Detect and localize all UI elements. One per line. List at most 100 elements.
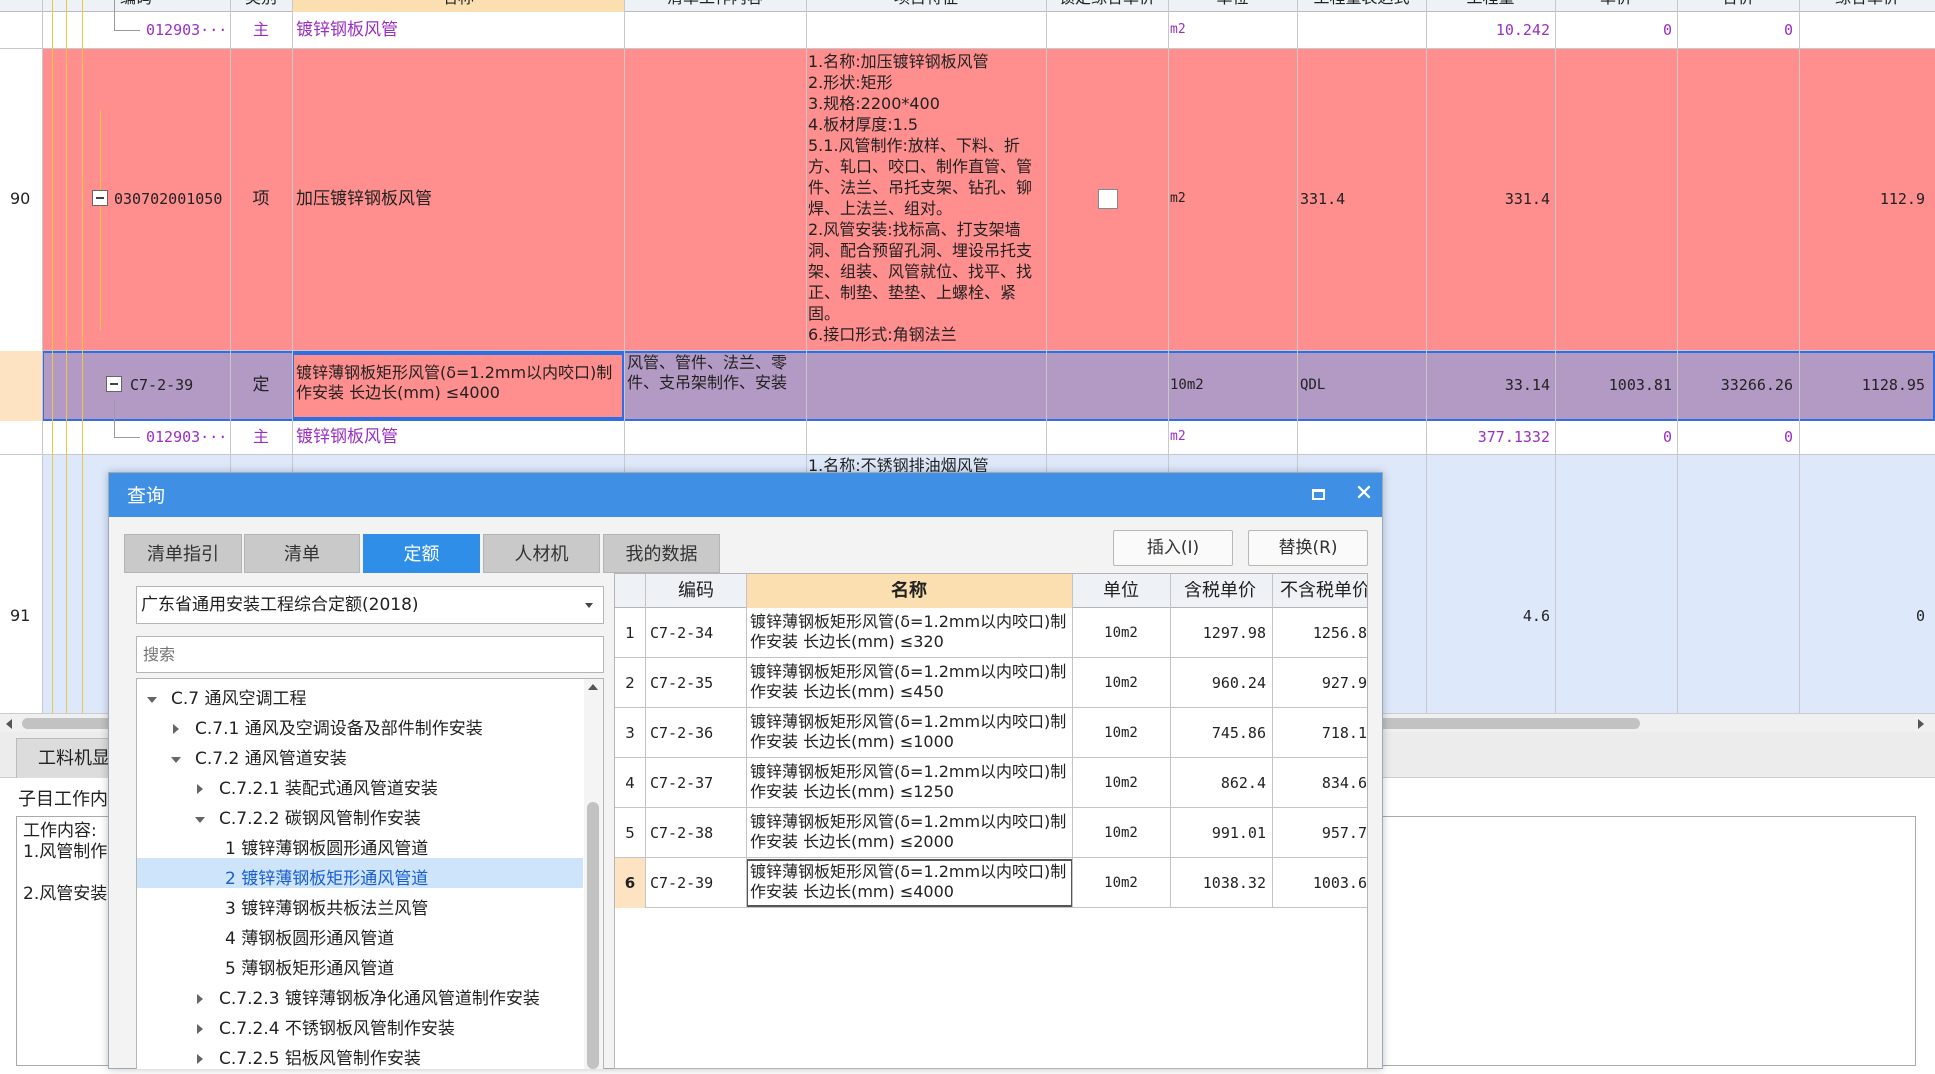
maximize-icon[interactable]	[1312, 489, 1325, 500]
grid-header-unit[interactable]: 单位	[1072, 581, 1170, 601]
row-total: 33266.26	[1720, 376, 1793, 394]
tree-node-label: C.7.2 通风管道安装	[195, 749, 347, 769]
scroll-left-icon[interactable]	[6, 719, 12, 729]
row-qty: 10.242	[1495, 21, 1550, 39]
expanded-arrow-icon[interactable]	[147, 697, 157, 703]
grid-notax-price: 1256.8	[1312, 624, 1367, 642]
grid-header-tax-price[interactable]: 含税单价	[1170, 581, 1270, 601]
grid-row-number: 1	[625, 624, 635, 642]
tree-node-label: C.7.2.5 铝板风管制作安装	[219, 1049, 421, 1069]
search-input[interactable]	[136, 636, 604, 673]
grid-unit: 10m2	[1104, 875, 1138, 891]
grid-name: 镀锌薄钢板矩形风管(δ=1.2mm以内咬口)制作安装 长边长(mm) ≤4000	[750, 862, 1067, 901]
tree-node[interactable]: C.7.2 通风管道安装	[137, 744, 583, 774]
tree-scrollbar[interactable]	[584, 679, 603, 1069]
scroll-up-icon[interactable]	[588, 684, 598, 690]
sheet-column-header[interactable]: 综合单价	[1799, 0, 1935, 12]
tree-node-label: C.7.2.1 装配式通风管道安装	[219, 779, 438, 799]
row-unit-price: 112.9	[1879, 190, 1925, 208]
sheet-column-header[interactable]: 单价	[1555, 0, 1677, 12]
row-qty: 33.14	[1504, 376, 1550, 394]
row-unit-price: 0	[1915, 607, 1925, 625]
collapse-icon[interactable]	[92, 190, 108, 206]
row-unit: m2	[1170, 429, 1186, 444]
tab-my-data[interactable]: 我的数据	[603, 534, 720, 573]
tab-list-guide[interactable]: 清单指引	[124, 534, 242, 573]
row-unit: 10m2	[1170, 377, 1204, 393]
collapsed-arrow-icon[interactable]	[173, 724, 179, 734]
grid-code: C7-2-36	[650, 724, 714, 742]
sheet-column-header[interactable]: 单位	[1168, 0, 1297, 12]
tree-node-label: C.7 通风空调工程	[171, 689, 307, 709]
expanded-arrow-icon[interactable]	[171, 757, 181, 763]
tree-node[interactable]: 4 薄钢板圆形通风管道	[137, 924, 583, 954]
row-expr: QDL	[1300, 377, 1326, 393]
tree-node[interactable]: C.7.1 通风及空调设备及部件制作安装	[137, 714, 583, 744]
grid-tax-price: 862.4	[1220, 774, 1266, 792]
sheet-column-header[interactable]: 工程量	[1426, 0, 1555, 12]
tree-node[interactable]: 2 镀锌薄钢板矩形通风管道	[137, 864, 583, 894]
row-type: 主	[252, 20, 269, 39]
row-code: C7-2-39	[130, 376, 194, 394]
dialog-titlebar[interactable]	[109, 473, 1382, 517]
row-work-content: 风管、管件、法兰、零件、支吊架制作、安装	[627, 353, 788, 392]
grid-header-code[interactable]: 编码	[646, 581, 746, 601]
expanded-arrow-icon[interactable]	[195, 817, 205, 823]
tree-node[interactable]: 1 镀锌薄钢板圆形通风管道	[137, 834, 583, 864]
tree-node-label: C.7.2.3 镀锌薄钢板净化通风管道制作安装	[219, 989, 540, 1009]
grid-name: 镀锌薄钢板矩形风管(δ=1.2mm以内咬口)制作安装 长边长(mm) ≤2000	[750, 812, 1067, 851]
row-features: 1.名称:加压镀锌钢板风管 2.形状:矩形 3.规格:2200*400 4.板材…	[808, 52, 1033, 344]
grid-name: 镀锌薄钢板矩形风管(δ=1.2mm以内咬口)制作安装 长边长(mm) ≤320	[750, 612, 1067, 651]
work-content-label: 子目工作内	[18, 790, 108, 810]
row-total: 0	[1783, 21, 1793, 39]
grid-notax-price: 718.1	[1321, 724, 1367, 742]
row-qty: 377.1332	[1477, 428, 1550, 446]
chevron-down-icon	[585, 603, 593, 608]
sheet-column-header[interactable]: 工程量表达式	[1297, 0, 1426, 12]
tree-node[interactable]: C.7.2.5 铝板风管制作安装	[137, 1044, 583, 1074]
tree-node[interactable]: C.7 通风空调工程	[137, 684, 583, 714]
collapse-icon[interactable]	[106, 376, 122, 392]
tree-scrollbar-thumb[interactable]	[587, 802, 599, 1069]
insert-button[interactable]: 插入(I)	[1113, 530, 1233, 566]
grid-code: C7-2-34	[650, 624, 714, 642]
library-select[interactable]: 广东省通用安装工程综合定额(2018)	[136, 586, 604, 624]
tree-node[interactable]: C.7.2.2 碳钢风管制作安装	[137, 804, 583, 834]
grid-tax-price: 960.24	[1211, 674, 1266, 692]
grid-header-name[interactable]: 名称	[746, 581, 1072, 601]
tree-node[interactable]: C.7.2.3 镀锌薄钢板净化通风管道制作安装	[137, 984, 583, 1014]
collapsed-arrow-icon[interactable]	[197, 1024, 203, 1034]
sheet-column-header[interactable]: 锁定综合单价	[1046, 0, 1168, 12]
close-icon[interactable]: ✕	[1353, 483, 1375, 505]
sheet-column-header[interactable]: 项目特征	[806, 0, 1046, 12]
sheet-column-header[interactable]: 类别	[230, 0, 292, 12]
row-code: 012903···	[146, 21, 228, 39]
sheet-column-header[interactable]: 清单工作内容	[624, 0, 806, 12]
replace-button[interactable]: 替换(R)	[1248, 530, 1368, 566]
row-name: 镀锌钢板风管	[296, 20, 398, 40]
sheet-column-header[interactable]: 合价	[1677, 0, 1799, 12]
tab-labor-material[interactable]: 人材机	[483, 534, 600, 573]
tree-node-label: C.7.1 通风及空调设备及部件制作安装	[195, 719, 483, 739]
scroll-right-icon[interactable]	[1918, 719, 1924, 729]
grid-tax-price: 745.86	[1211, 724, 1266, 742]
tree-node-label: 1 镀锌薄钢板圆形通风管道	[225, 839, 429, 859]
tree-node[interactable]: 5 薄钢板矩形通风管道	[137, 954, 583, 984]
row-qty: 4.6	[1522, 607, 1550, 625]
collapsed-arrow-icon[interactable]	[197, 994, 203, 1004]
sheet-column-header[interactable]: 名称	[292, 0, 624, 12]
row-price: 1003.81	[1608, 376, 1672, 394]
collapsed-arrow-icon[interactable]	[197, 784, 203, 794]
grid-notax-price: 957.7	[1321, 824, 1367, 842]
tree-node[interactable]: 3 镀锌薄钢板共板法兰风管	[137, 894, 583, 924]
grid-header-notax-price[interactable]: 不含税单价	[1280, 581, 1367, 601]
grid-unit: 10m2	[1104, 625, 1138, 641]
sheet-column-header[interactable]: 编码	[42, 0, 230, 12]
tree-node[interactable]: C.7.2.4 不锈钢板风管制作安装	[137, 1014, 583, 1044]
row-name[interactable]: 镀锌薄钢板矩形风管(δ=1.2mm以内咬口)制作安装 长边长(mm) ≤4000	[296, 363, 622, 407]
tab-quota[interactable]: 定额	[363, 534, 480, 573]
collapsed-arrow-icon[interactable]	[197, 1054, 203, 1064]
tree-node[interactable]: C.7.2.1 装配式通风管道安装	[137, 774, 583, 804]
tab-list[interactable]: 清单	[244, 534, 360, 573]
lock-price-checkbox[interactable]	[1098, 189, 1118, 209]
